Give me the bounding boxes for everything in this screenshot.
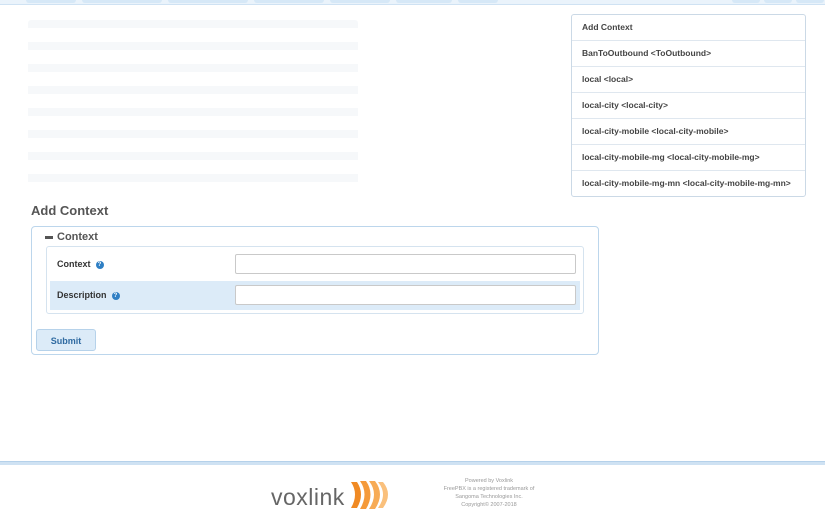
context-list: Add Context BanToOutbound <ToOutbound> l… bbox=[571, 14, 806, 197]
footer-divider bbox=[0, 461, 825, 465]
submit-button[interactable]: Submit bbox=[36, 329, 96, 351]
nav-tab[interactable] bbox=[796, 0, 824, 3]
page-title: Add Context bbox=[31, 203, 109, 218]
context-list-item[interactable]: local-city-mobile-mg-mn <local-city-mobi… bbox=[572, 171, 805, 196]
nav-tab[interactable] bbox=[82, 0, 162, 3]
logo-wave-icon bbox=[350, 481, 388, 509]
description-row: Description ? bbox=[50, 281, 580, 310]
form-table: Context ? Description ? bbox=[46, 246, 584, 314]
nav-tab[interactable] bbox=[26, 0, 76, 3]
context-list-item[interactable]: local-city <local-city> bbox=[572, 93, 805, 119]
nav-tab[interactable] bbox=[168, 0, 248, 3]
nav-tab[interactable] bbox=[458, 0, 498, 3]
voxlink-logo[interactable]: voxlink bbox=[271, 476, 395, 510]
section-label: Context bbox=[57, 231, 98, 243]
nav-tab[interactable] bbox=[396, 0, 452, 3]
description-input[interactable] bbox=[235, 285, 576, 305]
description-label-group: Description ? bbox=[57, 281, 120, 310]
background-placeholder bbox=[28, 20, 358, 190]
context-list-item-add[interactable]: Add Context bbox=[572, 15, 805, 41]
context-fieldset: Context Context ? Description ? Submit bbox=[31, 226, 599, 355]
help-icon[interactable]: ? bbox=[95, 260, 104, 269]
logo-text: voxlink bbox=[271, 484, 345, 510]
context-input[interactable] bbox=[235, 254, 576, 274]
nav-tab[interactable] bbox=[732, 0, 760, 3]
nav-tab[interactable] bbox=[330, 0, 390, 3]
description-label: Description bbox=[57, 290, 107, 300]
context-row: Context ? bbox=[50, 250, 580, 279]
collapse-icon[interactable] bbox=[45, 236, 53, 239]
trademark-text: FreePBX is a registered trademark of bbox=[443, 486, 535, 492]
powered-by-text: Powered by Voxlink bbox=[465, 478, 513, 484]
context-list-item[interactable]: BanToOutbound <ToOutbound> bbox=[572, 41, 805, 67]
context-list-item[interactable]: local-city-mobile <local-city-mobile> bbox=[572, 119, 805, 145]
context-label: Context bbox=[57, 259, 91, 269]
context-list-item[interactable]: local-city-mobile-mg <local-city-mobile-… bbox=[572, 145, 805, 171]
copyright-text: Copyright© 2007-2018 bbox=[461, 502, 517, 508]
section-toggle[interactable]: Context bbox=[45, 231, 98, 243]
context-label-group: Context ? bbox=[57, 250, 104, 279]
nav-tab[interactable] bbox=[254, 0, 324, 3]
nav-tab[interactable] bbox=[764, 0, 792, 3]
company-text: Sangoma Technologies Inc. bbox=[455, 494, 523, 500]
top-navigation-bar bbox=[0, 0, 825, 5]
context-list-item[interactable]: local <local> bbox=[572, 67, 805, 93]
help-icon[interactable]: ? bbox=[111, 291, 120, 300]
footer-credits: Powered by Voxlink FreePBX is a register… bbox=[428, 477, 550, 509]
